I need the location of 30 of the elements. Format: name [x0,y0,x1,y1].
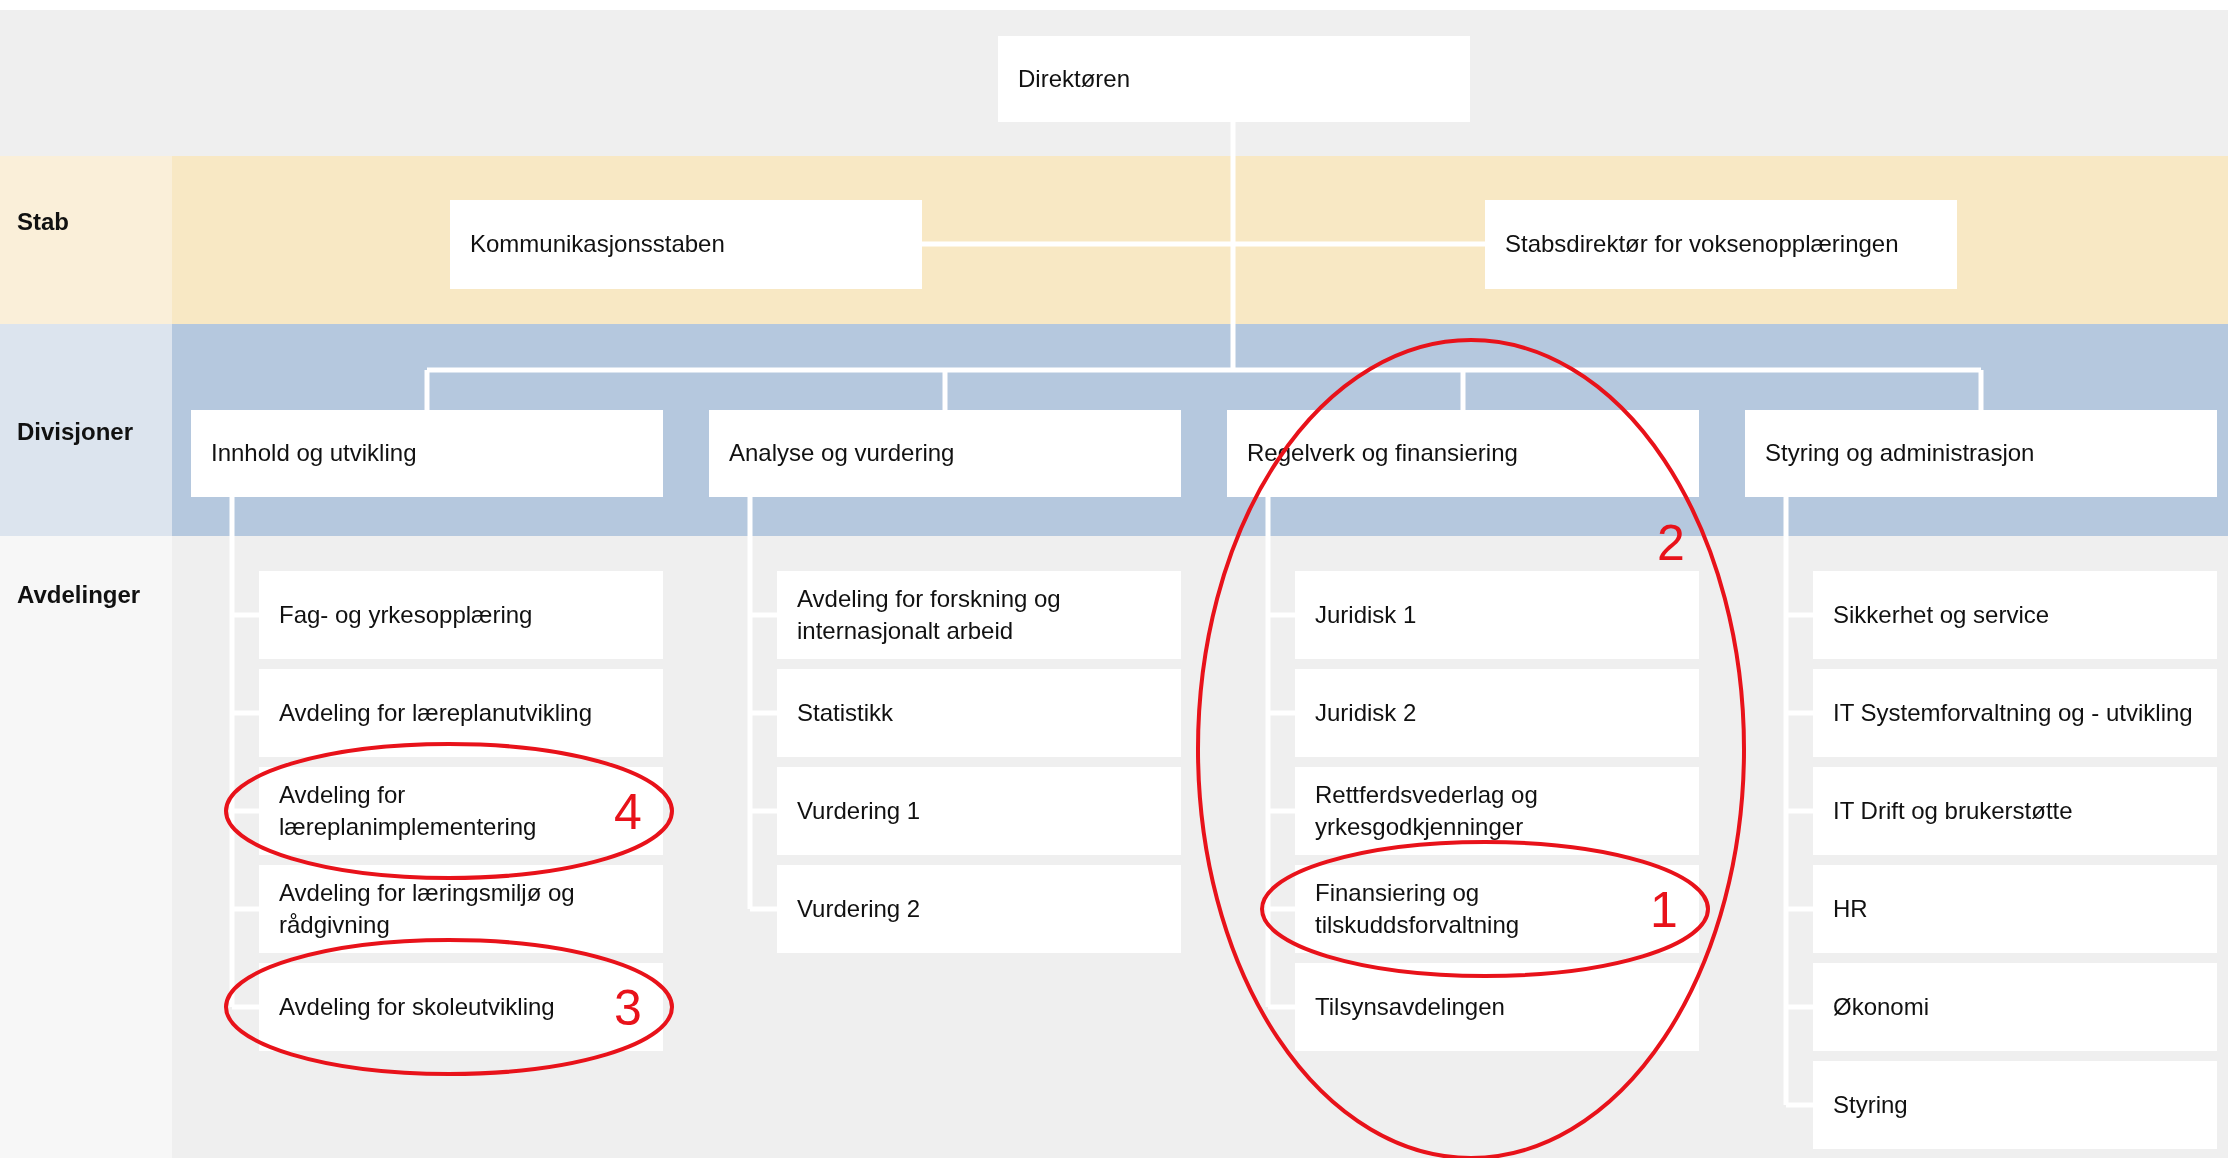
org-box: Avdeling for læreplanutvikling [259,669,663,757]
row-label: Divisjoner [17,418,134,445]
org-box: Analyse og vurdering [709,410,1181,497]
org-box: Styring og administrasjon [1745,410,2217,497]
org-box: Statistikk [777,669,1181,757]
org-box: IT Drift og brukerstøtte [1813,767,2217,855]
org-box: Økonomi [1813,963,2217,1051]
org-box: Fag- og yrkesopplæring [259,571,663,659]
org-box: Stabsdirektør for voksenopplæringen [1485,200,1957,289]
org-box: Innhold og utvikling [191,410,663,497]
annotation-number: 1 [1650,882,1678,938]
org-box: HR [1813,865,2217,953]
org-box: Avdeling for forskning og internasjonalt arbeid [777,571,1181,659]
org-box: Direktøren [998,36,1470,122]
org-box: Kommunikasjonsstaben [450,200,922,289]
org-box: Juridisk 2 [1295,669,1699,757]
org-box: Rettferdsvederlag og yrkesgodkjenninger [1295,767,1699,855]
org-box: Sikkerhet og service [1813,571,2217,659]
org-box: Tilsynsavdelingen [1295,963,1699,1051]
row-label: Avdelinger [17,581,141,608]
annotation-number: 2 [1657,515,1685,571]
row-label: Stab [17,208,69,235]
org-box: Vurdering 1 [777,767,1181,855]
org-box: Juridisk 1 [1295,571,1699,659]
org-box: Vurdering 2 [777,865,1181,953]
org-box: IT Systemforvaltning og - utvikling [1813,669,2217,757]
org-box: Avdeling for læringsmiljø og rådgivning [259,865,663,953]
org-box: Styring [1813,1061,2217,1149]
annotation-number: 3 [614,980,642,1036]
annotation-number: 4 [614,784,642,840]
